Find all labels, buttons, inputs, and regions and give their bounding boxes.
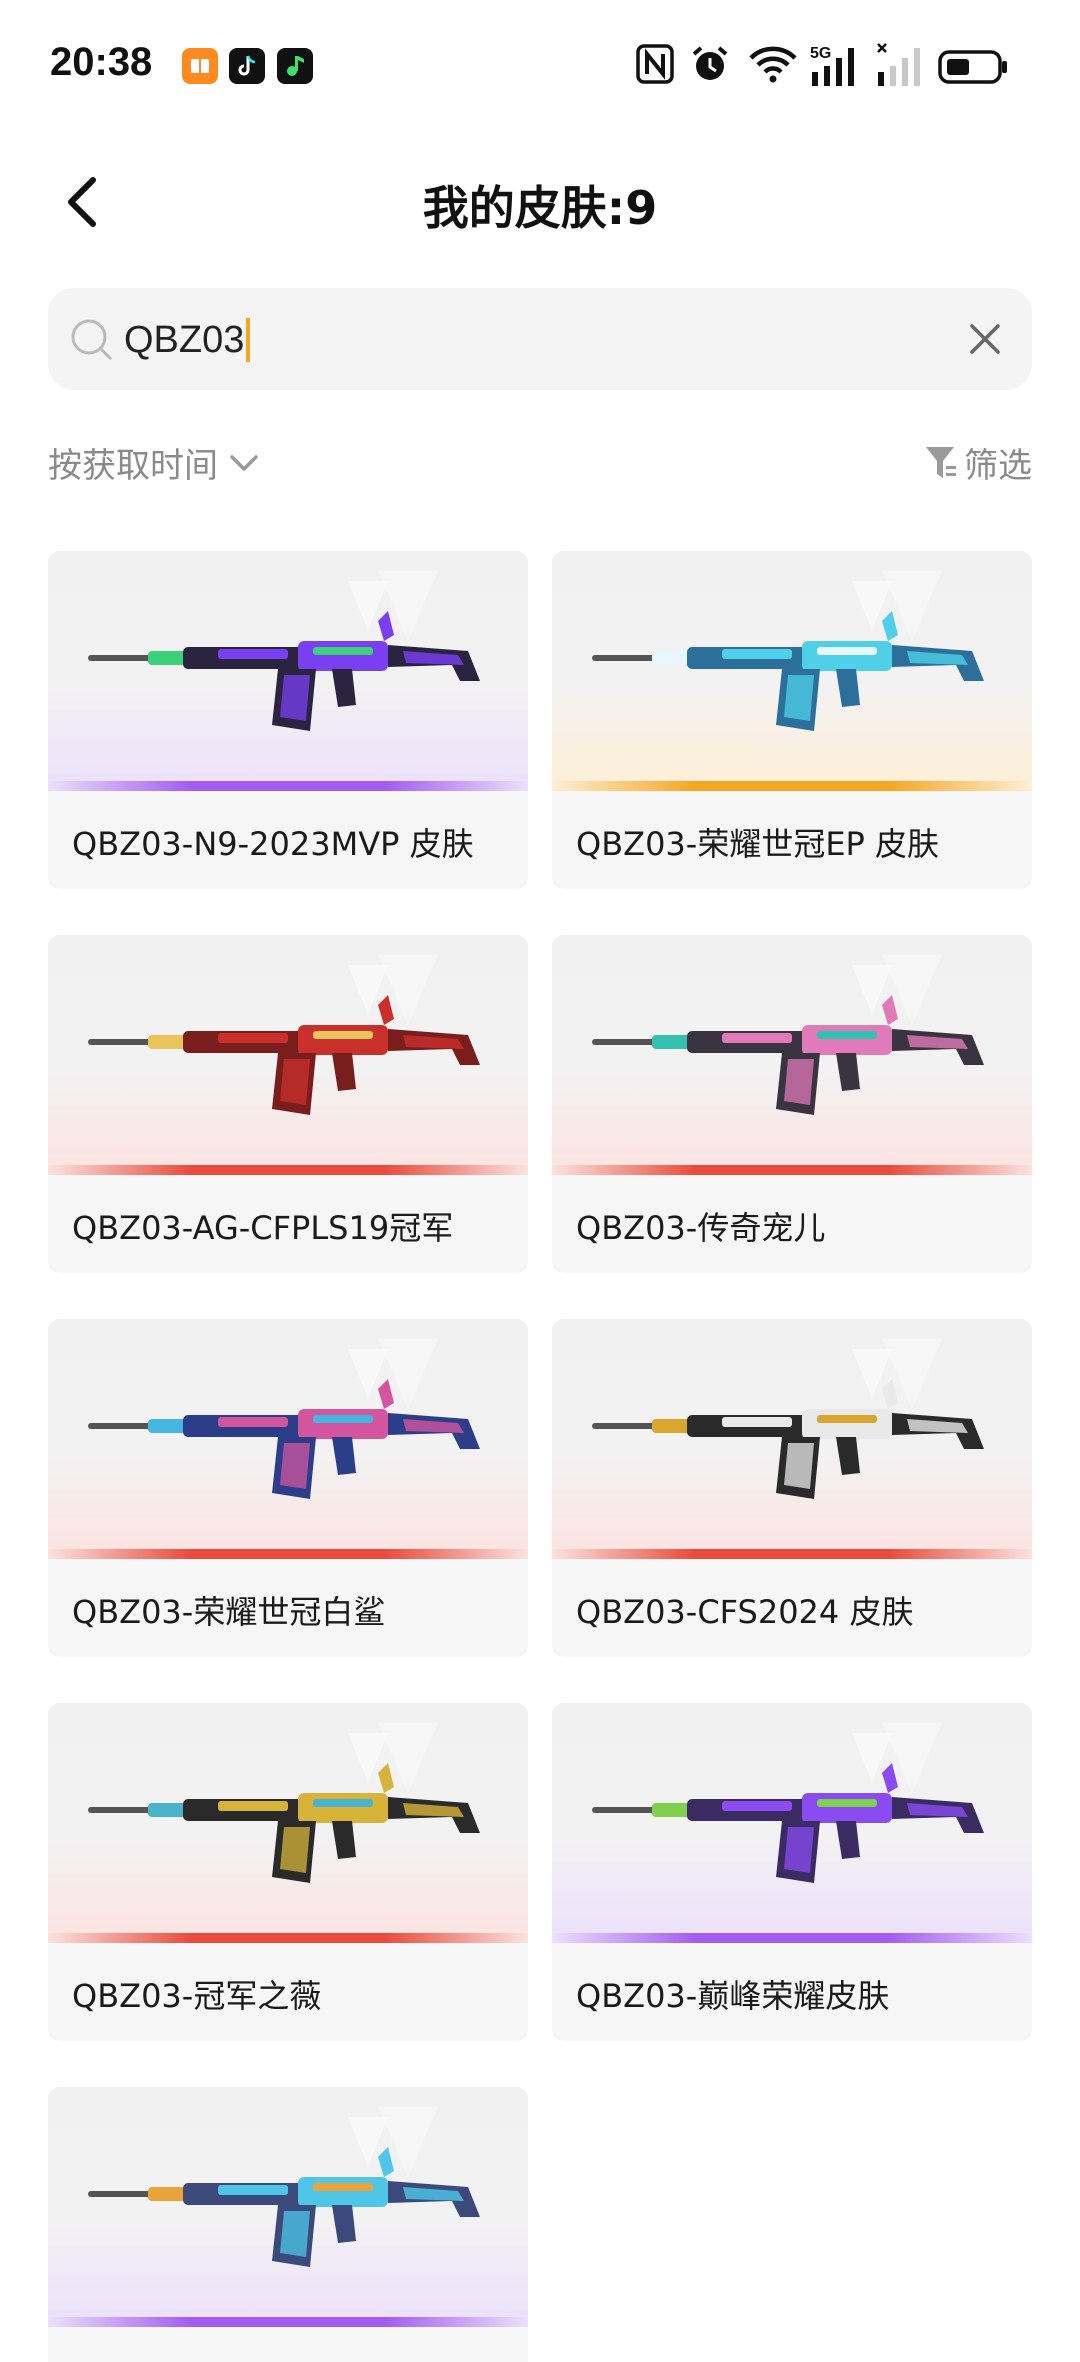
clear-icon[interactable] xyxy=(966,320,1004,358)
battery-icon xyxy=(938,50,1008,88)
skin-image xyxy=(552,935,1032,1175)
skin-card[interactable]: QBZ03-巅峰荣耀皮肤 xyxy=(552,1703,1032,2041)
skin-name: QBZ03-AG-CFPLS19冠军 xyxy=(72,1209,454,1247)
rarity-bar xyxy=(552,781,1032,791)
skin-name: QBZ03-荣耀世冠白鲨 xyxy=(72,1593,386,1631)
rarity-bar xyxy=(48,1165,528,1175)
search-input-value: QBZ03 xyxy=(124,318,245,361)
chevron-down-icon xyxy=(230,454,258,471)
music-app-icon xyxy=(277,48,313,84)
skin-image xyxy=(552,551,1032,791)
filter-button[interactable]: 筛选 xyxy=(924,438,1032,487)
rarity-bar xyxy=(552,1165,1032,1175)
rarity-bar xyxy=(552,1549,1032,1559)
rarity-bar xyxy=(48,1549,528,1559)
wifi-icon xyxy=(748,44,798,88)
sort-by-time-dropdown[interactable]: 按获取时间 xyxy=(48,438,264,487)
skin-name: QBZ03-传奇宠儿 xyxy=(576,1209,826,1247)
tiktok-icon xyxy=(229,48,265,84)
rarity-bar xyxy=(48,2317,528,2327)
skin-image xyxy=(552,1703,1032,1943)
sort-filter-row: 按获取时间 筛选 xyxy=(48,438,1032,492)
signal-icon xyxy=(876,42,922,92)
page-title: 我的皮肤:9 xyxy=(422,181,658,235)
skin-name: QBZ03-冠军之薇 xyxy=(72,1977,322,2015)
sort-label: 按获取时间 xyxy=(48,446,218,486)
skin-image xyxy=(48,2087,528,2327)
skin-name: QBZ03-N9-2023MVP 皮肤 xyxy=(72,825,474,863)
skin-card[interactable]: QBZ03-传奇宠儿 xyxy=(552,935,1032,1273)
skin-image xyxy=(48,1319,528,1559)
filter-label: 筛选 xyxy=(964,446,1032,486)
rarity-bar xyxy=(48,781,528,791)
skin-image xyxy=(552,1319,1032,1559)
skin-card[interactable]: QBZ03-荣耀世冠EP 皮肤 xyxy=(552,551,1032,889)
skin-card[interactable]: QBZ03-AG-CFPLS19冠军 xyxy=(48,935,528,1273)
status-bar: 20:38 5G xyxy=(0,0,1080,130)
rarity-bar xyxy=(552,1933,1032,1943)
text-caret xyxy=(246,318,251,362)
skin-card[interactable]: QBZ03-荣耀世冠白鲨 xyxy=(48,1319,528,1657)
signal-5g-icon: 5G xyxy=(810,42,864,92)
skin-card[interactable]: QBZ03-冠军之薇 xyxy=(48,1703,528,2041)
skin-image xyxy=(48,551,528,791)
filter-icon xyxy=(926,446,956,478)
skin-image xyxy=(48,935,528,1175)
skin-card[interactable]: QBZ03-CFS2024 皮肤 xyxy=(552,1319,1032,1657)
skin-name: QBZ03-巅峰荣耀皮肤 xyxy=(576,1977,890,2015)
skin-name: QBZ03-荣耀世冠EP 皮肤 xyxy=(576,825,940,863)
skin-card[interactable] xyxy=(48,2087,528,2362)
rarity-bar xyxy=(48,1933,528,1943)
search-icon xyxy=(71,319,112,360)
nfc-icon xyxy=(636,44,674,88)
search-input[interactable]: QBZ03 xyxy=(124,318,251,362)
status-time: 20:38 xyxy=(50,40,153,84)
search-bar[interactable]: QBZ03 xyxy=(48,288,1032,390)
alarm-icon xyxy=(690,44,730,88)
reader-app-icon xyxy=(182,48,218,84)
skin-image xyxy=(48,1703,528,1943)
skin-name: QBZ03-CFS2024 皮肤 xyxy=(576,1593,914,1631)
svg-text:5G: 5G xyxy=(810,45,831,62)
skin-card[interactable]: QBZ03-N9-2023MVP 皮肤 xyxy=(48,551,528,889)
